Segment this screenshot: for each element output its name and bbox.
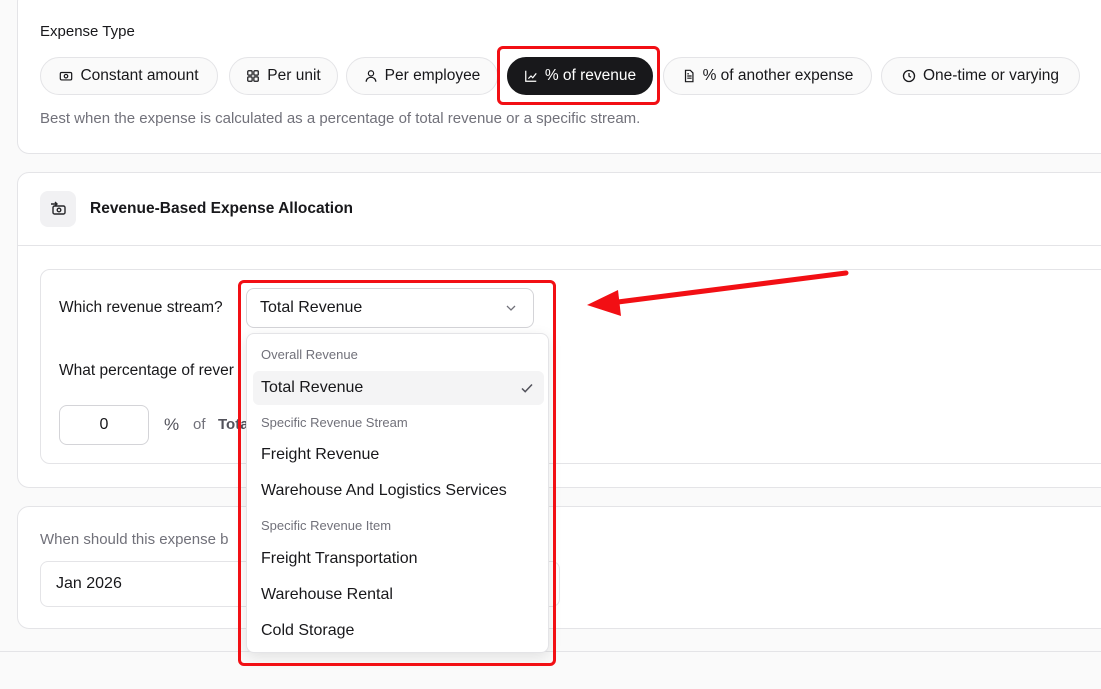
annotation-arrow-icon	[587, 270, 849, 316]
